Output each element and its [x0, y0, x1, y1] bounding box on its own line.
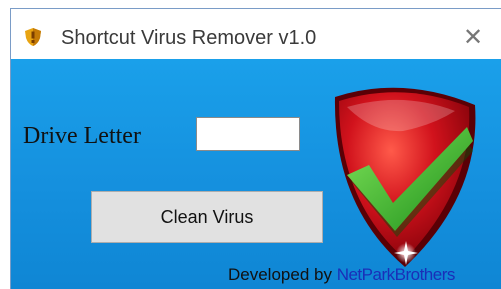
- developer-credit: Developed by NetParkBrothers: [228, 265, 455, 285]
- close-button[interactable]: ✕: [455, 23, 491, 51]
- app-window: Shortcut Virus Remover v1.0 ✕ Drive Lett…: [10, 8, 501, 289]
- credit-prefix: Developed by: [228, 265, 332, 284]
- shield-checkmark-logo: [334, 87, 476, 267]
- drive-letter-input[interactable]: [196, 117, 300, 151]
- close-icon: ✕: [462, 23, 484, 51]
- clean-virus-button-label: Clean Virus: [160, 206, 254, 227]
- title-bar[interactable]: Shortcut Virus Remover v1.0 ✕: [11, 9, 501, 59]
- shield-icon: [25, 28, 41, 46]
- client-area: Drive Letter Clean Virus Developed by Ne…: [11, 59, 501, 289]
- window-title: Shortcut Virus Remover v1.0: [61, 27, 317, 49]
- developer-link[interactable]: NetParkBrothers: [337, 265, 456, 284]
- clean-virus-button[interactable]: Clean Virus: [91, 191, 323, 243]
- drive-letter-label: Drive Letter: [23, 123, 141, 149]
